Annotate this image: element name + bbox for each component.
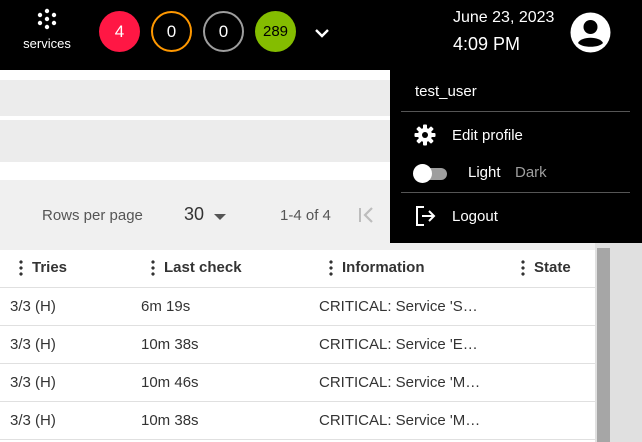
column-menu-icon[interactable] [521, 259, 525, 276]
cell-last-check: 6m 19s [141, 298, 191, 315]
account-circle-icon[interactable] [570, 12, 611, 53]
current-date: June 23, 2023 [453, 9, 555, 26]
column-header-tries[interactable]: Tries [19, 259, 67, 276]
logout-label: Logout [452, 207, 498, 225]
top-header: services 4 0 0 289 June 23, 2023 4:09 PM [0, 0, 642, 70]
table-header: Tries Last check Information State [0, 250, 595, 288]
rows-per-page-dropdown-icon[interactable] [214, 214, 226, 220]
logout-icon [416, 206, 436, 226]
pagination-range: 1-4 of 4 [280, 207, 331, 224]
theme-light-label: Light [468, 164, 501, 181]
theme-dark-label: Dark [515, 164, 547, 181]
current-time: 4:09 PM [453, 34, 521, 54]
rows-per-page-select[interactable]: 30 [184, 204, 204, 225]
gear-icon [414, 124, 436, 146]
ok-count-badge[interactable]: 289 [255, 11, 296, 52]
rows-per-page-label: Rows per page [42, 207, 143, 224]
username-label: test_user [415, 83, 477, 100]
table-row[interactable]: 3/3 (H) 6m 19s CRITICAL: Service 'S… [0, 288, 595, 326]
column-header-information[interactable]: Information [329, 259, 425, 276]
cell-information: CRITICAL: Service 'M… [319, 374, 481, 391]
column-header-last-check[interactable]: Last check [151, 259, 242, 276]
logout-item[interactable]: Logout [412, 204, 498, 228]
menu-divider [401, 111, 630, 112]
menu-divider [401, 192, 630, 193]
table-row[interactable]: 3/3 (H) 10m 38s CRITICAL: Service 'M… [0, 402, 595, 440]
cell-tries: 3/3 (H) [10, 374, 56, 391]
unknown-count-badge[interactable]: 0 [203, 11, 244, 52]
table-row[interactable]: 3/3 (H) 10m 38s CRITICAL: Service 'E… [0, 326, 595, 364]
column-menu-icon[interactable] [19, 259, 23, 276]
critical-count-badge[interactable]: 4 [99, 11, 140, 52]
cell-tries: 3/3 (H) [10, 412, 56, 429]
column-menu-icon[interactable] [329, 259, 333, 276]
cell-last-check: 10m 46s [141, 374, 199, 391]
theme-toggle[interactable] [413, 164, 449, 183]
services-label: services [23, 36, 71, 51]
column-header-state[interactable]: State [521, 259, 571, 276]
user-menu: test_user Edit profile Light Dark Logout [390, 70, 642, 243]
edit-profile-item[interactable]: Edit profile [412, 123, 523, 147]
table-row[interactable]: 3/3 (H) 10m 46s CRITICAL: Service 'M… [0, 364, 595, 402]
cell-tries: 3/3 (H) [10, 298, 56, 315]
cell-information: CRITICAL: Service 'M… [319, 412, 481, 429]
edit-profile-label: Edit profile [452, 126, 523, 144]
cell-tries: 3/3 (H) [10, 336, 56, 353]
cell-information: CRITICAL: Service 'E… [319, 336, 478, 353]
services-icon [37, 8, 57, 30]
column-menu-icon[interactable] [151, 259, 155, 276]
cell-information: CRITICAL: Service 'S… [319, 298, 478, 315]
scrollbar-thumb[interactable] [597, 248, 610, 442]
first-page-icon[interactable] [356, 205, 378, 225]
cell-last-check: 10m 38s [141, 336, 199, 353]
warning-count-badge[interactable]: 0 [151, 11, 192, 52]
chevron-down-icon[interactable] [313, 24, 331, 42]
services-button[interactable]: services [18, 8, 76, 51]
cell-last-check: 10m 38s [141, 412, 199, 429]
